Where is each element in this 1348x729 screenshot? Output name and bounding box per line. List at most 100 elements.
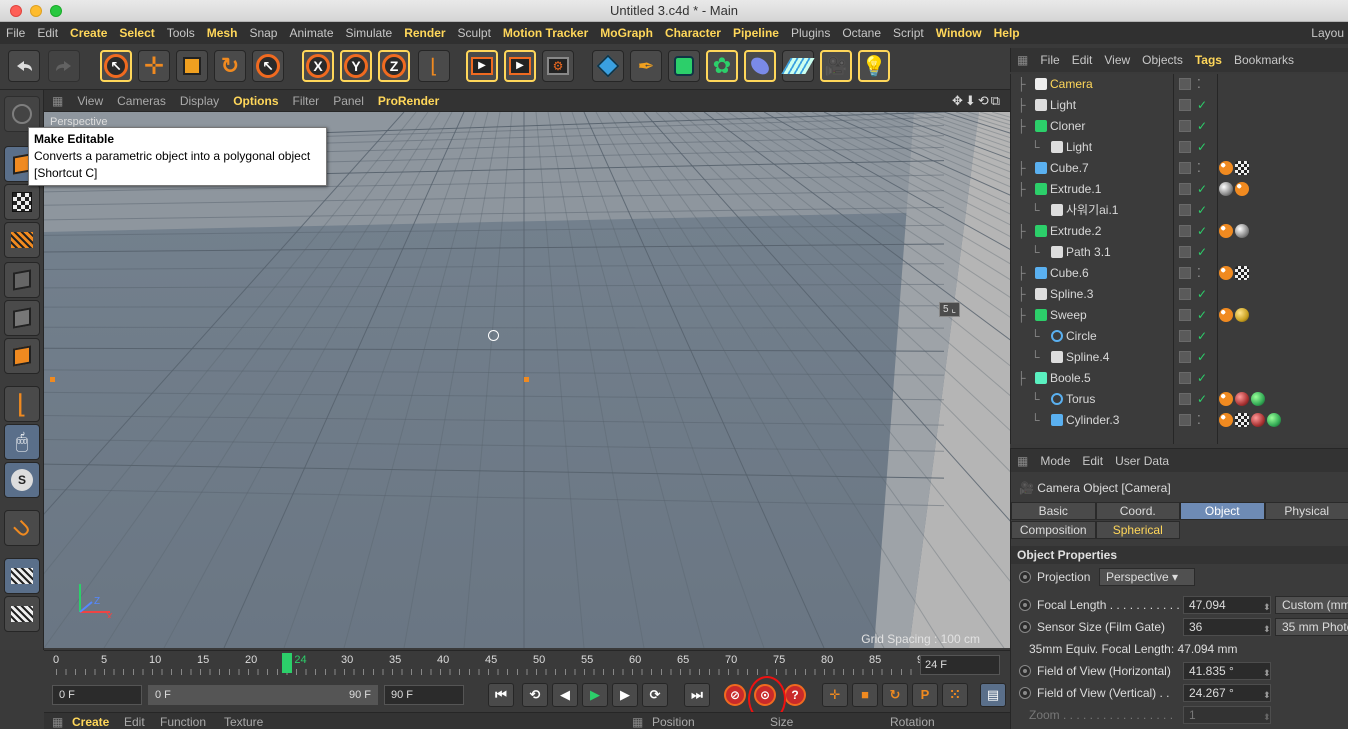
record-scale-button[interactable]: ■ bbox=[852, 683, 878, 707]
animate-radio[interactable] bbox=[1019, 687, 1031, 699]
mat-tag-icon[interactable] bbox=[1235, 224, 1249, 238]
tab-spherical[interactable]: Spherical bbox=[1095, 521, 1180, 539]
phong-tag-icon[interactable] bbox=[1219, 161, 1233, 175]
viewport-menu-display[interactable]: Display bbox=[173, 94, 226, 108]
object-handle[interactable] bbox=[50, 377, 55, 382]
end-frame-field[interactable]: 24 F bbox=[920, 655, 1000, 675]
end-frame-total-field[interactable]: 90 F bbox=[384, 685, 464, 705]
enabled-check-icon[interactable]: ✓ bbox=[1197, 95, 1207, 116]
layer-visibility-toggle[interactable] bbox=[1179, 246, 1191, 258]
live-selection-button[interactable]: ↖ bbox=[100, 50, 132, 82]
enabled-check-icon[interactable]: ✓ bbox=[1197, 368, 1207, 389]
viewport-menu-prorender[interactable]: ProRender bbox=[371, 94, 446, 108]
layer-visibility-toggle[interactable] bbox=[1179, 414, 1191, 426]
record-position-button[interactable]: ✛ bbox=[822, 683, 848, 707]
material-edit-menu[interactable]: Edit bbox=[124, 715, 145, 729]
timeline-window-button[interactable]: ▤ bbox=[980, 683, 1006, 707]
object-row[interactable]: Light ├ ✓ bbox=[1011, 95, 1348, 116]
object-row[interactable]: Spline.4 └ ✓ bbox=[1011, 347, 1348, 368]
menu-mograph[interactable]: MoGraph bbox=[594, 26, 659, 40]
next-frame-button[interactable]: ▶ bbox=[612, 683, 638, 707]
mat-tag-icon[interactable] bbox=[1219, 182, 1233, 196]
record-rotation-button[interactable]: ↻ bbox=[882, 683, 908, 707]
attribute-menu-mode[interactable]: Mode bbox=[1034, 454, 1076, 468]
keyframe-selection-button[interactable]: ? bbox=[784, 684, 806, 706]
render-settings-button[interactable]: ⚙ bbox=[542, 50, 574, 82]
sensor-size-preset-dropdown[interactable]: 35 mm Photo bbox=[1275, 618, 1348, 636]
viewport-menu-filter[interactable]: Filter bbox=[286, 94, 327, 108]
enabled-check-icon[interactable]: ✓ bbox=[1197, 389, 1207, 410]
z-axis-button[interactable]: Z bbox=[378, 50, 410, 82]
object-row[interactable]: Light └ ✓ bbox=[1011, 137, 1348, 158]
close-window-button[interactable] bbox=[10, 5, 22, 17]
viewport-menu-view[interactable]: View bbox=[70, 94, 110, 108]
objects-menu-file[interactable]: File bbox=[1034, 53, 1065, 67]
tex-tag-icon[interactable] bbox=[1235, 161, 1249, 175]
go-to-start-button[interactable]: ⏮ bbox=[488, 683, 514, 707]
snap-button[interactable]: ∪ bbox=[4, 510, 40, 546]
menu-script[interactable]: Script bbox=[887, 26, 930, 40]
add-floor-button[interactable] bbox=[781, 50, 815, 82]
layer-visibility-toggle[interactable] bbox=[1179, 309, 1191, 321]
phong-tag-icon[interactable] bbox=[1235, 182, 1249, 196]
preview-range-slider[interactable]: 0 F 90 F bbox=[148, 685, 378, 705]
objects-menu-view[interactable]: View bbox=[1098, 53, 1136, 67]
add-camera-button[interactable]: 🎥 bbox=[820, 50, 852, 82]
texture-mode-button[interactable] bbox=[4, 184, 40, 220]
layer-visibility-toggle[interactable] bbox=[1179, 183, 1191, 195]
layer-visibility-toggle[interactable] bbox=[1179, 372, 1191, 384]
start-frame-field[interactable]: 0 F bbox=[52, 685, 142, 705]
add-spline-pen-button[interactable]: ✒ bbox=[630, 50, 662, 82]
stepper-arrows-icon[interactable]: ⬍ bbox=[1263, 662, 1271, 684]
enabled-check-icon[interactable]: ✓ bbox=[1197, 326, 1207, 347]
animate-radio[interactable] bbox=[1019, 599, 1031, 611]
focal-length-preset-dropdown[interactable]: Custom (mm bbox=[1275, 596, 1348, 614]
phong-tag-icon[interactable] bbox=[1219, 266, 1233, 280]
green-tag-icon[interactable] bbox=[1267, 413, 1281, 427]
add-light-button[interactable]: 💡 bbox=[858, 50, 890, 82]
last-tool-button[interactable]: ↖ bbox=[252, 50, 284, 82]
zoom-input[interactable]: 1 bbox=[1183, 706, 1271, 724]
edges-mode-button[interactable] bbox=[4, 300, 40, 336]
layout-menu[interactable]: Layou bbox=[1311, 22, 1348, 44]
viewport-navigation-icons[interactable]: ✥⬇⟲⧉ bbox=[952, 93, 1002, 109]
tex-tag-icon[interactable] bbox=[1235, 413, 1249, 427]
scale-tool-button[interactable] bbox=[176, 50, 208, 82]
menu-select[interactable]: Select bbox=[113, 26, 160, 40]
polygons-mode-button[interactable] bbox=[4, 338, 40, 374]
menu-plugins[interactable]: Plugins bbox=[785, 26, 836, 40]
phong-tag-icon[interactable] bbox=[1219, 224, 1233, 238]
menu-edit[interactable]: Edit bbox=[31, 26, 64, 40]
visibility-dots-icon[interactable]: ⁚ bbox=[1197, 74, 1201, 95]
object-row[interactable]: Boole.5 ├ ✓ bbox=[1011, 368, 1348, 389]
object-row[interactable]: Extrude.1 ├ ✓ bbox=[1011, 179, 1348, 200]
record-active-objects-button[interactable]: ⊘ bbox=[724, 684, 746, 706]
fov-horizontal-input[interactable]: 41.835 ° bbox=[1183, 662, 1271, 680]
object-row[interactable]: 사워기ai.1 └ ✓ bbox=[1011, 200, 1348, 221]
material-function-menu[interactable]: Function bbox=[160, 715, 206, 729]
menu-render[interactable]: Render bbox=[398, 26, 451, 40]
menu-animate[interactable]: Animate bbox=[283, 26, 339, 40]
visibility-dots-icon[interactable]: ⁚ bbox=[1197, 263, 1201, 284]
layer-visibility-toggle[interactable] bbox=[1179, 204, 1191, 216]
planar-workplane-button[interactable] bbox=[4, 596, 40, 632]
workplane-mode-button[interactable] bbox=[4, 222, 40, 258]
object-row[interactable]: Cube.6 ├ ⁚ bbox=[1011, 263, 1348, 284]
gold-tag-icon[interactable] bbox=[1235, 308, 1249, 322]
enabled-check-icon[interactable]: ✓ bbox=[1197, 284, 1207, 305]
menu-sculpt[interactable]: Sculpt bbox=[452, 26, 497, 40]
animate-radio[interactable] bbox=[1019, 571, 1031, 583]
attribute-menu-edit[interactable]: Edit bbox=[1076, 454, 1109, 468]
render-view-button[interactable]: ▶ bbox=[466, 50, 498, 82]
object-row[interactable]: Extrude.2 ├ ✓ bbox=[1011, 221, 1348, 242]
object-row[interactable]: Camera ├ ⁚ bbox=[1011, 74, 1348, 95]
visibility-dots-icon[interactable]: ⁚ bbox=[1197, 410, 1201, 431]
phong-tag-icon[interactable] bbox=[1219, 392, 1233, 406]
enabled-check-icon[interactable]: ✓ bbox=[1197, 305, 1207, 326]
layer-visibility-toggle[interactable] bbox=[1179, 267, 1191, 279]
go-to-end-button[interactable]: ⏭ bbox=[684, 683, 710, 707]
attribute-menu-user-data[interactable]: User Data bbox=[1109, 454, 1175, 468]
viewport-menu-panel[interactable]: Panel bbox=[326, 94, 371, 108]
menu-tools[interactable]: Tools bbox=[161, 26, 201, 40]
material-texture-menu[interactable]: Texture bbox=[224, 715, 263, 729]
